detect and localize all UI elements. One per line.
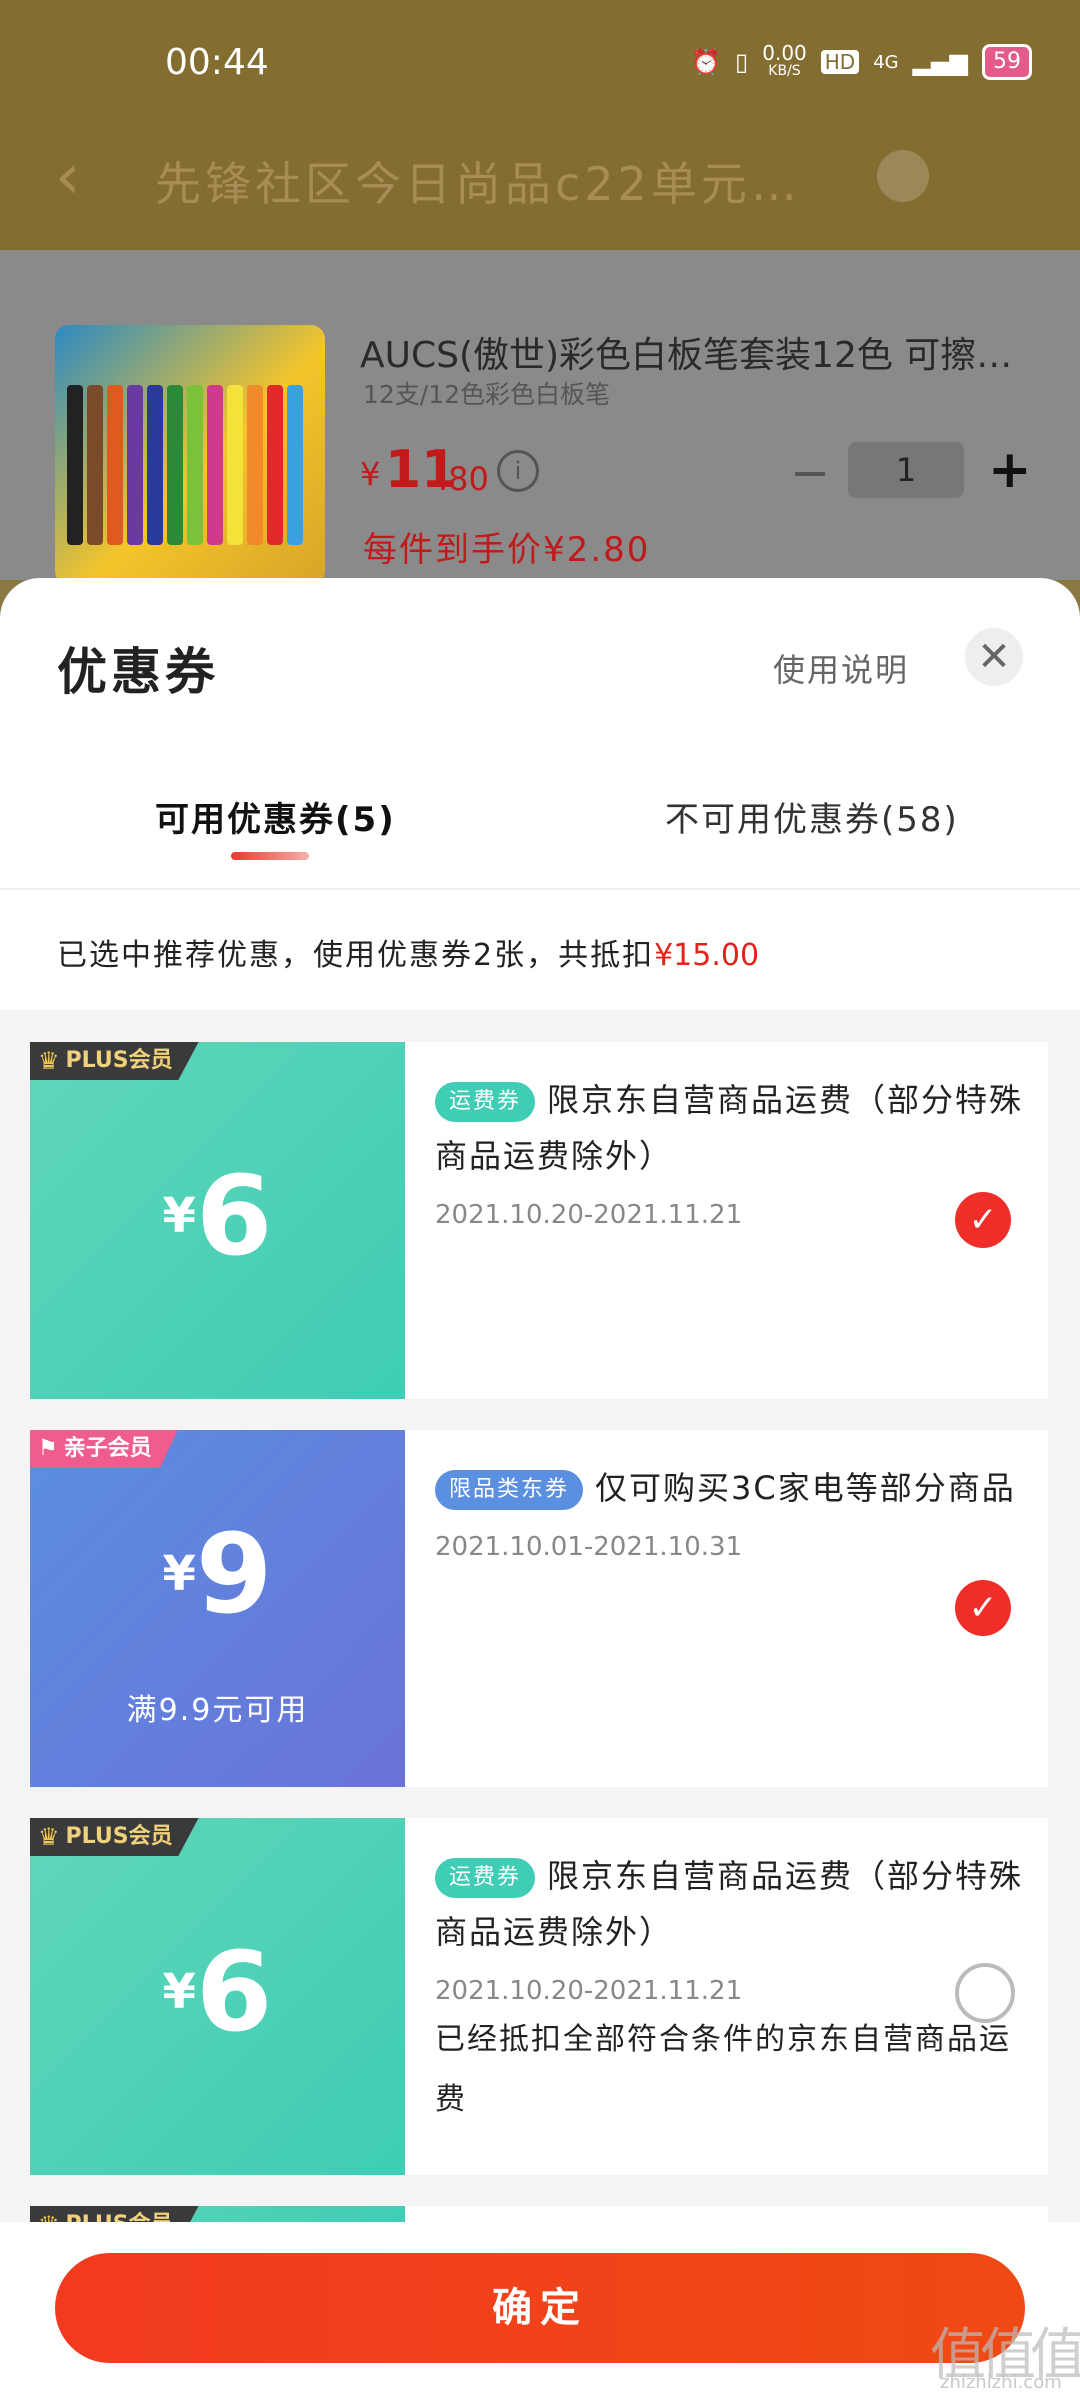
- product-image: [55, 325, 325, 585]
- quantity-input[interactable]: 1: [848, 442, 964, 498]
- active-tab-indicator: [231, 852, 309, 860]
- badge-label: 亲子会员: [63, 1436, 152, 1461]
- net-speed-unit: KB/S: [768, 63, 801, 79]
- battery-icon: 59: [982, 44, 1032, 80]
- watermark-url: zhizhizhi.com: [940, 2372, 1062, 2393]
- coupon-unselected-radio[interactable]: [955, 1963, 1015, 2023]
- amount-value: 9: [195, 1510, 273, 1638]
- currency-symbol: ¥: [162, 1546, 196, 1602]
- coupon-value-panel: ♛ PLUS会员 ¥6: [30, 1818, 405, 2175]
- plus-member-badge: ♛ PLUS会员: [30, 1042, 199, 1080]
- discount-summary: 已选中推荐优惠，使用优惠券2张，共抵扣¥15.00: [57, 930, 759, 974]
- coupon-validity-date: 2021.10.20-2021.11.21: [435, 1976, 743, 2006]
- coupon-value-panel: ⚑ 亲子会员 ¥9 满9.9元可用: [30, 1430, 405, 1787]
- coupon-validity-date: 2021.10.01-2021.10.31: [435, 1532, 743, 1562]
- summary-text: 已选中推荐优惠，使用优惠券2张，共抵扣: [57, 938, 655, 973]
- coupon-amount: ¥9: [30, 1510, 405, 1638]
- quantity-minus-button[interactable]: −: [790, 445, 830, 501]
- tab-available-coupons[interactable]: 可用优惠券(5): [155, 792, 396, 841]
- hd-icon: HD: [820, 50, 860, 74]
- divider: [0, 888, 1080, 890]
- coupon-card[interactable]: ♛ PLUS会员 ¥6 运费券 限京东自营商品运费（部分特殊商品运费除外） 2021…: [30, 1818, 1048, 2175]
- close-icon[interactable]: ✕: [965, 628, 1023, 686]
- crown-icon: ♛: [38, 1047, 60, 1075]
- coupon-description: 限品类东券 仅可购买3C家电等部分商品: [435, 1460, 1035, 1516]
- coupon-description: 运费券 限京东自营商品运费（部分特殊商品运费除外）: [435, 1072, 1035, 1184]
- confirm-button[interactable]: 确定: [55, 2253, 1025, 2363]
- signal-icon: ▂▄▆: [912, 48, 968, 76]
- badge-label: PLUS会员: [65, 1824, 173, 1849]
- coupon-desc-text: 仅可购买3C家电等部分商品: [595, 1469, 1016, 1507]
- coupon-selected-check-icon[interactable]: ✓: [955, 1192, 1011, 1248]
- coupon-amount: ¥6: [30, 1152, 405, 1280]
- summary-amount: ¥15.00: [654, 938, 760, 973]
- currency-symbol: ¥: [162, 1964, 196, 2020]
- status-icons: ⏰ ▯ 0.00 KB/S HD 4G ▂▄▆ 59: [691, 41, 1032, 80]
- product-name: AUCS(傲世)彩色白板笔套装12色 可擦…: [360, 335, 1013, 376]
- tab-unavailable-coupons[interactable]: 不可用优惠券(58): [665, 792, 959, 841]
- alarm-icon: ⏰: [691, 48, 722, 76]
- family-member-badge: ⚑ 亲子会员: [30, 1430, 178, 1468]
- coupon-type-tag: 限品类东券: [435, 1470, 584, 1510]
- page-title: 先锋社区今日尚品c22单元…: [155, 157, 801, 211]
- info-icon[interactable]: i: [497, 450, 539, 492]
- net-speed: 0.00 KB/S: [762, 41, 807, 80]
- coupon-card[interactable]: ⚑ 亲子会员 ¥9 满9.9元可用 限品类东券 仅可购买3C家电等部分商品 2021…: [30, 1430, 1048, 1787]
- coupon-selected-check-icon[interactable]: ✓: [955, 1580, 1011, 1636]
- sheet-title: 优惠券: [57, 643, 219, 701]
- plus-member-badge: ♛ PLUS会员: [30, 1818, 199, 1856]
- location-icon[interactable]: [877, 150, 929, 202]
- coupon-card[interactable]: ♛ PLUS会员 ¥6 运费券 限京东自营商品运费（部分特殊商品运费除外） 2021…: [30, 1042, 1048, 1399]
- back-icon[interactable]: ‹: [55, 140, 81, 214]
- price-symbol: ¥: [360, 455, 381, 493]
- coupon-type-tag: 运费券: [435, 1858, 536, 1898]
- coupon-details: 限品类东券 仅可购买3C家电等部分商品 2021.10.01-2021.10.31: [435, 1460, 1035, 1562]
- family-icon: ⚑: [38, 1436, 58, 1461]
- badge-label: PLUS会员: [65, 1048, 173, 1073]
- coupon-condition: 满9.9元可用: [126, 1693, 309, 1728]
- coupon-details: 运费券 限京东自营商品运费（部分特殊商品运费除外） 2021.10.20-2021…: [435, 1072, 1035, 1230]
- vibrate-icon: ▯: [735, 48, 749, 76]
- quantity-plus-button[interactable]: +: [988, 440, 1032, 500]
- network-icon: 4G: [873, 51, 899, 73]
- usage-instructions-link[interactable]: 使用说明: [773, 645, 909, 691]
- coupon-amount: ¥6: [30, 1928, 405, 2056]
- amount-value: 6: [195, 1152, 273, 1280]
- price-decimal: .80: [438, 460, 489, 498]
- coupon-validity-date: 2021.10.20-2021.11.21: [435, 1200, 743, 1230]
- coupon-value-panel: ♛ PLUS会员 ¥6: [30, 1042, 405, 1399]
- coupon-details: 运费券 限京东自营商品运费（部分特殊商品运费除外） 2021.10.20-2021…: [435, 1848, 1035, 2130]
- per-item-price: 每件到手价¥2.80: [363, 530, 651, 570]
- currency-symbol: ¥: [162, 1188, 196, 1244]
- coupon-note: 已经抵扣全部符合条件的京东自营商品运费: [435, 2022, 1011, 2117]
- crown-icon: ♛: [38, 1823, 60, 1851]
- product-spec: 12支/12色彩色白板笔: [363, 380, 611, 409]
- status-time: 00:44: [165, 42, 269, 83]
- coupon-description: 运费券 限京东自营商品运费（部分特殊商品运费除外）: [435, 1848, 1035, 1960]
- amount-value: 6: [195, 1928, 273, 2056]
- coupon-type-tag: 运费券: [435, 1082, 536, 1122]
- net-speed-value: 0.00: [762, 41, 807, 65]
